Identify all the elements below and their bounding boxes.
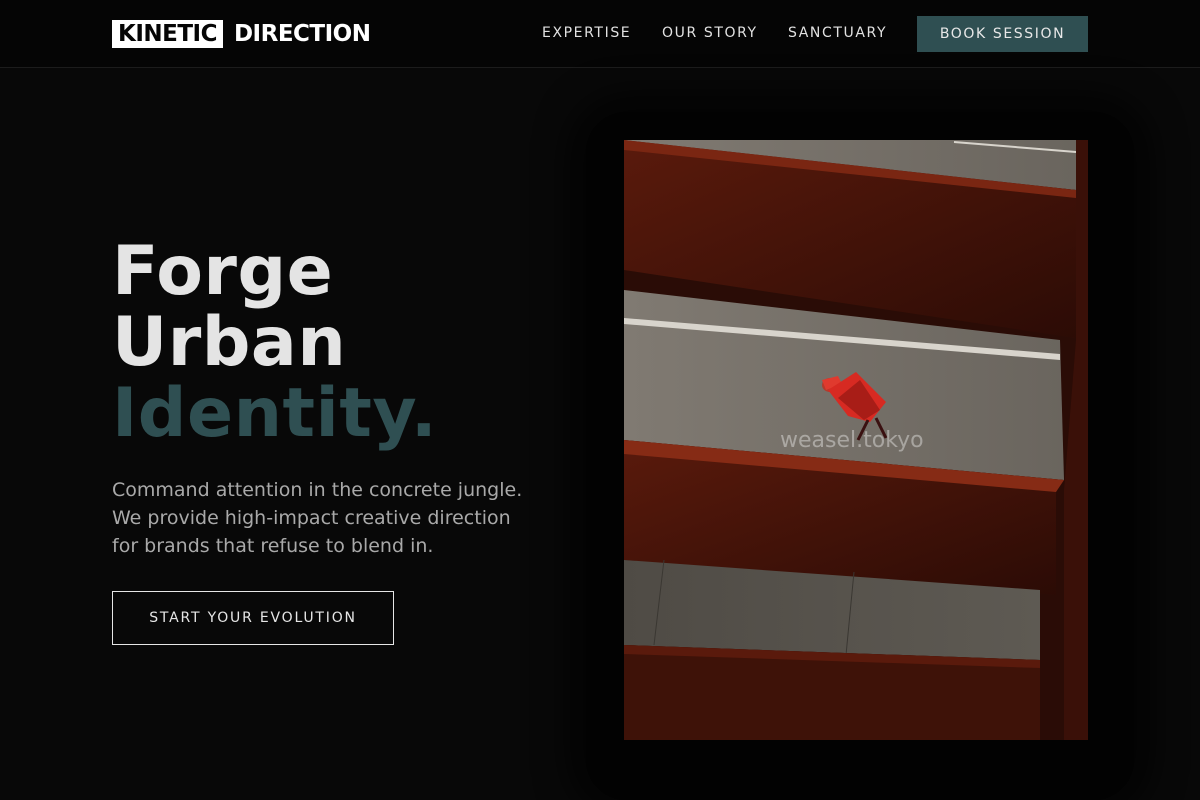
landing-page: KINETIC DIRECTION EXPERTISE OUR STORY SA… xyxy=(0,0,1200,800)
hero-title-accent: Identity. xyxy=(112,374,438,453)
book-session-button[interactable]: BOOK SESSION xyxy=(917,16,1088,52)
start-evolution-button[interactable]: START YOUR EVOLUTION xyxy=(112,591,394,645)
brand-logo[interactable]: KINETIC DIRECTION xyxy=(112,20,371,48)
nav-link-our-story[interactable]: OUR STORY xyxy=(662,25,758,41)
nav-link-expertise[interactable]: EXPERTISE xyxy=(542,25,631,41)
hero-title-line-1: Forge xyxy=(112,232,334,311)
hero-subtitle: Command attention in the concrete jungle… xyxy=(112,476,572,560)
nav-link-sanctuary[interactable]: SANCTUARY xyxy=(788,25,887,41)
hero-subtitle-line-3: for brands that refuse to blend in. xyxy=(112,535,434,557)
hero-photo: weasel.tokyo xyxy=(624,140,1088,740)
logo-word-text: DIRECTION xyxy=(233,21,371,47)
photo-watermark: weasel.tokyo xyxy=(780,428,924,453)
top-navigation: KINETIC DIRECTION EXPERTISE OUR STORY SA… xyxy=(0,0,1200,68)
hero-title-line-2: Urban xyxy=(112,303,347,382)
logo-box-text: KINETIC xyxy=(112,20,223,48)
hero-subtitle-line-2: We provide high-impact creative directio… xyxy=(112,507,511,529)
hero-title: Forge Urban Identity. xyxy=(112,236,437,449)
hero-subtitle-line-1: Command attention in the concrete jungle… xyxy=(112,479,523,501)
